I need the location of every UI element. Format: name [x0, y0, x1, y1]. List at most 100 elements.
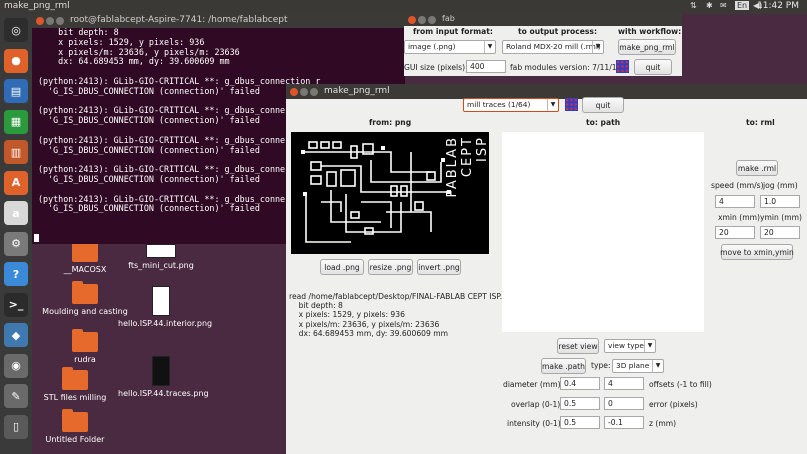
fab-logo-icon [565, 98, 578, 111]
intensity-label: intensity (0-1) [507, 419, 561, 428]
close-icon[interactable] [36, 17, 44, 25]
minimize-icon[interactable] [300, 88, 308, 96]
mode-select[interactable]: mill traces (1/64) ▼ [463, 98, 559, 112]
make-png-rml-window[interactable]: make_png_rml mill traces (1/64) ▼ quit fr… [286, 84, 807, 454]
mail-icon[interactable]: ✉ [720, 1, 727, 10]
z-input[interactable]: -0.1 [604, 416, 644, 429]
png-titlebar[interactable]: make_png_rml [286, 84, 807, 99]
path-type-select[interactable]: 3D plane ▼ [612, 359, 664, 373]
offsets-input[interactable]: 4 [604, 377, 644, 390]
terminal-titlebar[interactable]: root@fablabcept-Aspire-7741: /home/fabla… [32, 14, 405, 28]
image-file-icon [146, 244, 176, 258]
ymin-input[interactable]: 20 [760, 226, 800, 239]
terminal-line: 'G_IS_DBUS_CONNECTION (connection)' fail… [38, 115, 260, 126]
top-panel: make_png_rml ⇅ ✱ ✉ En ◀) 11:42 PM [0, 0, 807, 14]
desktop-item[interactable]: fts_mini_cut.png [118, 244, 204, 270]
launcher: ◎ ● ▤ ▦ ▥ Aa ⚙? >_ ◆ ◉ ✎ ▯ [0, 14, 32, 454]
terminal-line: 'G_IS_DBUS_CONNECTION (connection)' fail… [38, 144, 260, 155]
quit-button[interactable]: quit [634, 59, 672, 75]
intensity-input[interactable]: 0.5 [560, 416, 600, 429]
error-input[interactable]: 0 [604, 397, 644, 410]
terminal-output[interactable]: bit depth: 8 x pixels: 1529, y pixels: 9… [38, 27, 320, 224]
from-input-label: from input format: [413, 27, 493, 36]
maximize-icon[interactable] [428, 16, 436, 24]
desktop-item[interactable]: STL files milling [32, 367, 118, 402]
move-to-xmin-ymin-button[interactable]: move to xmin,ymin [720, 244, 794, 260]
minimize-icon[interactable] [418, 16, 426, 24]
writer-icon[interactable]: ▤ [4, 79, 28, 103]
software-center-icon[interactable]: A [4, 170, 28, 195]
reset-view-button[interactable]: reset view [557, 338, 599, 354]
offsets-label: offsets (-1 to fill) [649, 380, 712, 389]
desktop-item[interactable]: Untitled Folder [32, 409, 118, 444]
help-icon[interactable]: ? [4, 262, 28, 286]
to-path-heading: to: path [586, 118, 621, 127]
maximize-icon[interactable] [56, 17, 64, 25]
overlap-input[interactable]: 0.5 [560, 397, 600, 410]
ymin-label: ymin (mm) [760, 213, 802, 222]
make-rml-button[interactable]: make .rml [736, 160, 778, 176]
terminal-line: 'G_IS_DBUS_CONNECTION (connection)' fail… [38, 85, 260, 96]
quit-button[interactable]: quit [582, 97, 624, 113]
load-png-button[interactable]: load .png [320, 259, 364, 275]
dash-icon[interactable]: ◎ [4, 18, 28, 42]
trash-icon[interactable]: ▯ [4, 414, 28, 439]
settings-icon[interactable]: ⚙ [4, 231, 28, 256]
error-label: error (pixels) [649, 400, 698, 409]
folder-icon [62, 409, 88, 432]
jog-input[interactable]: 1.0 [760, 195, 800, 208]
diameter-label: diameter (mm) [503, 380, 561, 389]
fab-window[interactable]: fab from input format: to output process… [404, 14, 682, 76]
network-icon[interactable]: ⇅ [690, 1, 697, 10]
impress-icon[interactable]: ▥ [4, 140, 28, 164]
type-label: type: [591, 361, 611, 370]
minimize-icon[interactable] [46, 17, 54, 25]
disk-icon[interactable]: ◉ [4, 353, 28, 378]
diameter-input[interactable]: 0.4 [560, 377, 600, 390]
desktop-item[interactable]: Moulding and casting [42, 281, 128, 316]
desktop-item[interactable]: rudra [42, 329, 128, 364]
terminal-icon[interactable]: >_ [4, 292, 28, 317]
invert-png-button[interactable]: invert .png [417, 259, 461, 275]
keyboard-layout-indicator[interactable]: En [735, 1, 750, 10]
image-file-icon [152, 286, 170, 316]
python-icon[interactable]: ◆ [4, 323, 28, 347]
firefox-icon[interactable]: ● [4, 48, 28, 73]
chevron-down-icon: ▼ [547, 99, 558, 111]
active-window-title: make_png_rml [4, 1, 70, 11]
desktop-item[interactable]: __MACOSX [42, 239, 128, 274]
resize-png-button[interactable]: resize .png [368, 259, 413, 275]
png-window-title: make_png_rml [324, 86, 390, 96]
output-process-select[interactable]: Roland MDX-20 mill (.rml) ▼ [502, 40, 604, 54]
overlap-label: overlap (0-1) [511, 400, 561, 409]
workflow-button[interactable]: make_png_rml [618, 39, 676, 55]
maximize-icon[interactable] [310, 88, 318, 96]
fab-logo-icon [616, 60, 629, 73]
close-icon[interactable] [408, 16, 416, 24]
desktop-item[interactable]: hello.ISP.44.traces.png [118, 356, 209, 398]
path-preview-canvas[interactable] [502, 132, 704, 332]
from-png-heading: from: png [369, 118, 412, 127]
png-preview[interactable]: FABLAB CEPT ISP [291, 132, 490, 254]
clock[interactable]: 11:42 PM [757, 1, 799, 11]
folder-icon [72, 239, 98, 262]
tools-icon[interactable]: ✎ [4, 384, 28, 408]
speed-input[interactable]: 4 [715, 195, 755, 208]
pcb-text: FABLAB CEPT ISP [445, 136, 490, 198]
gui-size-input[interactable]: 400 [466, 60, 506, 73]
desktop-item[interactable]: hello.ISP.44.interior.png [118, 286, 212, 328]
fab-titlebar[interactable]: fab [404, 14, 682, 26]
input-format-select[interactable]: image (.png) ▼ [404, 40, 496, 54]
view-type-select[interactable]: view type ▼ [604, 339, 656, 353]
amazon-icon[interactable]: a [4, 201, 28, 225]
make-path-button[interactable]: make .path [541, 358, 586, 374]
calc-icon[interactable]: ▦ [4, 109, 28, 134]
bluetooth-icon[interactable]: ✱ [706, 1, 713, 10]
xmin-input[interactable]: 20 [715, 226, 755, 239]
to-output-label: to output process: [518, 27, 597, 36]
close-icon[interactable] [290, 88, 298, 96]
chevron-down-icon: ▼ [484, 41, 495, 53]
terminal-cursor [34, 234, 39, 242]
terminal-line: 'G_IS_DBUS_CONNECTION (connection)' fail… [38, 173, 260, 184]
image-file-icon [152, 356, 170, 386]
